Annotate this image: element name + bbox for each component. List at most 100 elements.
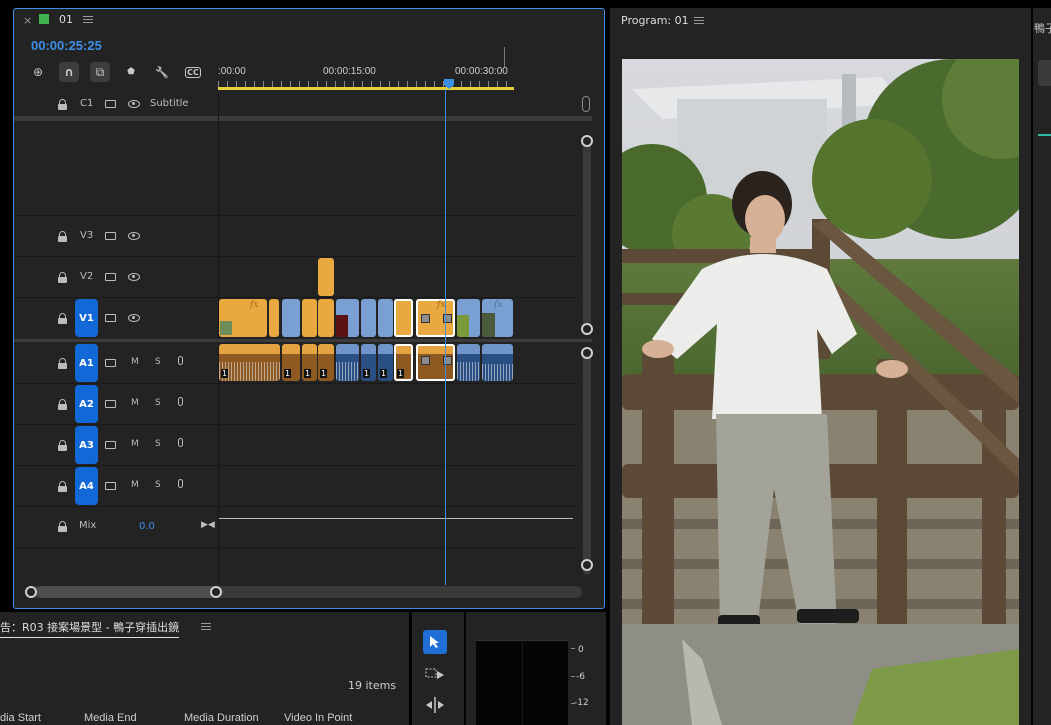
mute-button[interactable]: M [131,480,139,490]
linked-selection-button[interactable]: ⧉ [90,62,110,82]
column-header-media-duration[interactable]: Media Duration [184,712,259,724]
timeline-clip[interactable] [378,299,393,337]
track-target-v1[interactable]: V1 [75,299,98,337]
track-target-a1[interactable]: A1 [75,344,98,382]
lock-icon[interactable] [58,481,68,492]
timeline-clip[interactable]: fx [219,299,267,337]
right-panel-control[interactable] [1038,60,1051,86]
timeline-clip[interactable] [318,299,334,337]
zoom-handle-left[interactable] [25,586,37,598]
eye-icon[interactable] [128,232,140,240]
video-scroll-handle-top[interactable] [581,135,593,147]
mute-button[interactable]: M [131,398,139,408]
eye-icon[interactable] [128,314,140,322]
timeline-clip[interactable] [318,258,334,296]
video-scrollbar-track[interactable] [583,135,591,335]
zoom-handle-right[interactable] [210,586,222,598]
audio-clip[interactable]: 1 [302,344,317,381]
insert-sequence-button[interactable]: ⊕ [28,62,48,82]
eye-icon[interactable] [128,273,140,281]
project-menu-icon[interactable] [201,623,211,631]
toggle-sync-icon[interactable] [105,400,116,408]
lock-icon[interactable] [58,231,68,242]
toggle-sync-icon[interactable] [105,482,116,490]
track-select-tool-button[interactable] [425,666,445,684]
captions-button[interactable]: CC [183,62,203,82]
caption-scroll-handle[interactable] [582,96,590,112]
lock-icon[interactable] [58,521,68,532]
toggle-sync-icon[interactable] [105,441,116,449]
audio-clip-selected[interactable]: 1 [394,344,413,381]
column-header-video-in-point[interactable]: Video In Point [284,712,352,724]
timeline-clip[interactable] [361,299,376,337]
solo-button[interactable]: S [155,398,161,408]
toggle-sync-icon[interactable] [105,100,116,108]
track-target-a2[interactable]: A2 [75,385,98,423]
timeline-settings-button[interactable]: 🔧 [152,62,172,82]
mic-icon[interactable] [178,438,183,447]
lock-icon[interactable] [58,399,68,410]
solo-button[interactable]: S [155,480,161,490]
audio-clip-selected[interactable]: fx [416,344,455,381]
time-ruler[interactable]: :00:00 00:00:15:00 00:00:30:00 [218,47,592,93]
lock-icon[interactable] [58,272,68,283]
mix-volume-line[interactable] [219,518,573,519]
audio-scrollbar-track[interactable] [583,347,591,575]
mix-value[interactable]: 0.0 [139,521,155,532]
timeline-clip[interactable]: fx [482,299,513,337]
timeline-clip[interactable] [336,299,359,337]
audio-clip[interactable]: fx [482,344,513,381]
sequence-tab-label[interactable]: 01 [59,13,73,26]
snap-button[interactable]: ∩ [59,62,79,82]
lock-icon[interactable] [58,440,68,451]
selection-tool-button[interactable] [423,630,447,654]
mic-icon[interactable] [178,356,183,365]
mute-button[interactable]: M [131,439,139,449]
audio-scroll-handle-top[interactable] [581,347,593,359]
playhead-line[interactable] [445,89,446,585]
toggle-sync-icon[interactable] [105,314,116,322]
mic-icon[interactable] [178,397,183,406]
timeline-clip[interactable] [302,299,317,337]
right-panel-title-fragment[interactable]: 鴨子 [1034,20,1051,36]
audio-clip[interactable] [457,344,480,381]
solo-button[interactable]: S [155,357,161,367]
track-target-a4[interactable]: A4 [75,467,98,505]
audio-clip[interactable]: fx 1 [219,344,280,381]
timeline-clip[interactable] [282,299,300,337]
program-video-frame[interactable] [622,59,1019,725]
audio-scroll-handle-bottom[interactable] [581,559,593,571]
audio-clip[interactable] [336,344,359,381]
track-target-a3[interactable]: A3 [75,426,98,464]
toggle-sync-icon[interactable] [105,359,116,367]
video-scroll-handle-bottom[interactable] [581,323,593,335]
timeline-clip-selected[interactable] [394,299,413,337]
timeline-clip-selected[interactable]: fx [416,299,455,337]
timeline-timecode[interactable]: 00:00:25:25 [31,38,102,53]
go-to-end-icon[interactable]: ▶◀ [201,520,215,530]
toggle-sync-icon[interactable] [105,232,116,240]
column-header-media-end[interactable]: Media End [84,712,137,724]
mute-button[interactable]: M [131,357,139,367]
timeline-zoom-thumb[interactable] [36,586,216,598]
mic-icon[interactable] [178,479,183,488]
audio-clip[interactable]: 1 [378,344,393,381]
audio-clip[interactable]: 1 [318,344,334,381]
toggle-sync-icon[interactable] [105,273,116,281]
audio-clip[interactable]: 1 [282,344,300,381]
timeline-clip[interactable] [457,299,480,337]
program-menu-icon[interactable] [694,17,704,25]
tab-menu-icon[interactable] [83,16,93,24]
audio-clip[interactable]: 1 [361,344,376,381]
column-header-media-start[interactable]: dia Start [0,712,41,724]
solo-button[interactable]: S [155,439,161,449]
timeline-clip[interactable] [269,299,279,337]
work-area-bar[interactable] [218,87,514,90]
project-tab-title[interactable]: 告：R03 接案場景型 - 鴨子穿插出鏡 [0,619,180,638]
close-tab-icon[interactable]: × [23,14,32,27]
add-marker-button[interactable]: ⬟ [121,62,141,82]
lock-icon[interactable] [58,358,68,369]
lock-icon[interactable] [58,99,68,110]
lock-icon[interactable] [58,313,68,324]
eye-icon[interactable] [128,100,140,108]
